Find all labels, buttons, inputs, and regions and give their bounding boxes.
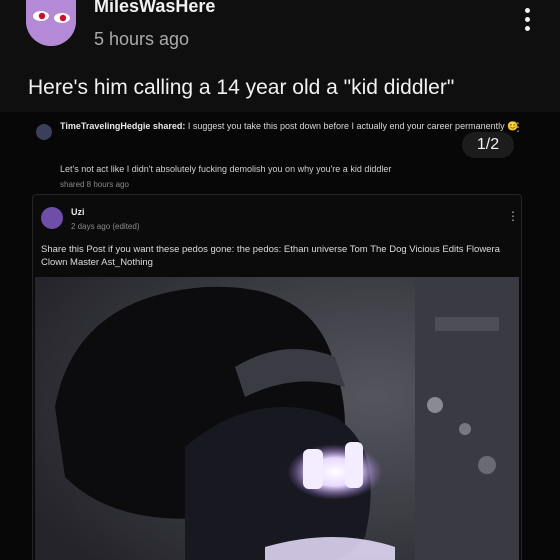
post-image-carousel[interactable]: TimeTravelingHedgie shared: I suggest yo… [0,112,560,560]
page-indicator: 1/2 [462,132,514,158]
comment-more-icon: ⋮ [512,120,524,134]
reply-text: Let's not act like I didn't absolutely f… [60,164,392,174]
username[interactable]: MilesWasHere [94,0,215,17]
user-avatar[interactable] [26,0,76,46]
reply-meta: shared 8 hours ago [60,180,129,189]
shared-post-time: 2 days ago (edited) [71,222,140,231]
more-dot-icon [524,17,530,22]
comment-author: TimeTravelingHedgie shared: [60,121,186,131]
more-dot-icon [524,8,530,13]
robot-visor-illustration [35,277,519,560]
shared-author-avatar [41,207,63,229]
avatar-face-icon [26,0,76,46]
shared-more-icon: ⋮ [507,209,519,223]
shared-author-name: Uzi [71,207,85,217]
comment-text: I suggest you take this post down before… [187,121,505,131]
comment-line: TimeTravelingHedgie shared: I suggest yo… [60,121,520,132]
post-timestamp: 5 hours ago [94,29,190,49]
commenter-avatar [36,124,52,140]
post-header: MilesWasHere 5 hours ago [0,0,560,60]
shared-post-card: Uzi 2 days ago (edited) ⋮ Share this Pos… [32,194,522,560]
shared-post-text: Share this Post if you want these pedos … [41,244,500,268]
more-dot-icon [524,26,530,31]
shared-post-image [35,277,519,560]
post-text: Here's him calling a 14 year old a "kid … [28,76,455,99]
more-options-button[interactable] [516,8,538,38]
